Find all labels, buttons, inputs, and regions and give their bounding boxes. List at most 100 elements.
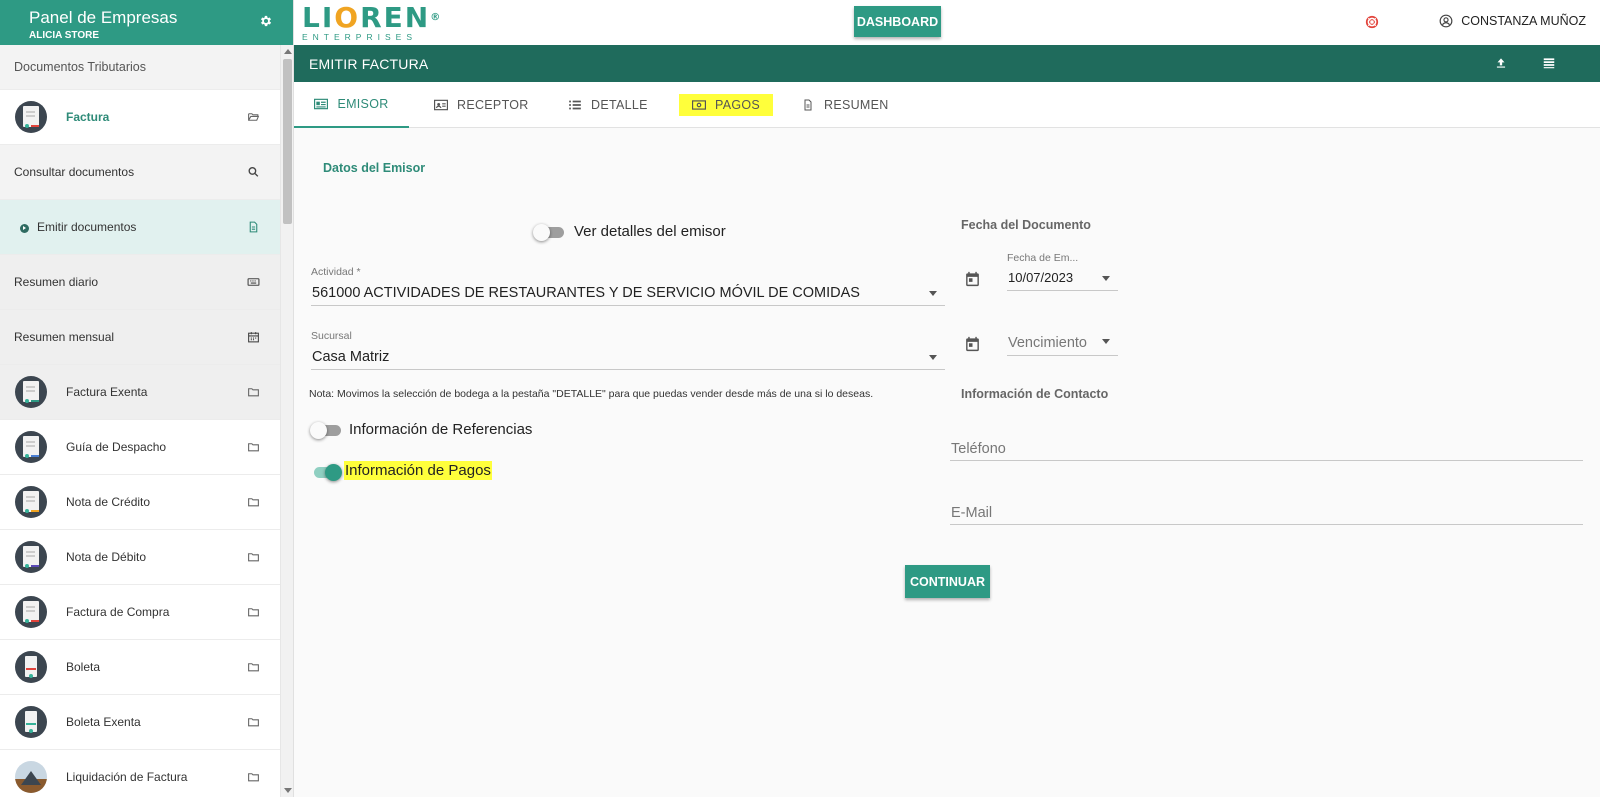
scroll-down-arrow-icon[interactable] (284, 788, 292, 793)
topbar: LIOREN® ENTERPRISES DASHBOARD CONSTANZA … (294, 0, 1600, 45)
chevron-right-icon (20, 223, 29, 233)
section-title-text: Documentos Tributarios (14, 60, 147, 74)
sidebar-item-factura[interactable]: Factura (0, 90, 280, 145)
tab-detalle[interactable]: DETALLE (568, 82, 648, 128)
tab-label: DETALLE (591, 98, 648, 112)
sidebar-item-boleta-exenta[interactable]: Boleta Exenta (0, 695, 280, 750)
sidebar-item-factura-exenta[interactable]: Factura Exenta (0, 365, 280, 420)
sidebar-item-liquidacion-factura[interactable]: Liquidación de Factura (0, 750, 280, 797)
sidebar-item-resumen-diario[interactable]: Resumen diario (0, 255, 280, 310)
page-header: EMITIR FACTURA (294, 45, 1600, 82)
logo-registered-mark: ® (430, 12, 443, 23)
continuar-button[interactable]: CONTINUAR (905, 565, 990, 598)
sidebar-scrollbar[interactable] (280, 45, 293, 797)
factura-exenta-avatar-icon (15, 376, 47, 408)
sidebar-title: Panel de Empresas (29, 8, 178, 27)
page-title: EMITIR FACTURA (309, 56, 429, 72)
dropdown-arrow-icon (929, 291, 937, 296)
tab-receptor[interactable]: RECEPTOR (434, 82, 529, 128)
guia-despacho-avatar-icon (15, 431, 47, 463)
vencimiento-placeholder: Vencimiento (1008, 335, 1087, 351)
sidebar-item-factura-compra[interactable]: Factura de Compra (0, 585, 280, 640)
sidebar-section-title: Documentos Tributarios (0, 45, 280, 90)
ver-detalles-toggle[interactable] (533, 224, 564, 241)
sidebar-item-label: Boleta (66, 660, 101, 674)
sidebar: Panel de Empresas ALICIA STORE Documento… (0, 0, 294, 797)
sidebar-item-emitir[interactable]: Emitir documentos (0, 200, 280, 255)
user-name: CONSTANZA MUÑOZ (1461, 14, 1586, 28)
sidebar-item-label: Factura Exenta (66, 385, 148, 399)
pagos-label: Información de Pagos (344, 461, 492, 480)
document-icon (249, 221, 258, 233)
sidebar-item-resumen-mensual[interactable]: Resumen mensual (0, 310, 280, 365)
sucursal-select[interactable]: Casa Matriz (311, 344, 945, 370)
referencias-label: Información de Referencias (349, 421, 533, 438)
folder-icon (248, 498, 259, 507)
fecha-emision-label: Fecha de Em... (1007, 252, 1079, 264)
nota-credito-avatar-icon (15, 486, 47, 518)
tab-emisor[interactable]: EMISOR (294, 82, 409, 128)
sidebar-item-consultar[interactable]: Consultar documentos (0, 145, 280, 200)
telefono-input[interactable]: Teléfono (950, 435, 1583, 461)
actividad-label: Actividad * (311, 266, 361, 278)
list-view-icon[interactable] (1542, 56, 1556, 70)
sidebar-item-label: Resumen diario (14, 275, 99, 289)
money-icon (692, 100, 706, 110)
dropdown-arrow-icon (1102, 339, 1110, 344)
gear-icon[interactable] (259, 14, 273, 28)
id-card-icon (314, 98, 329, 110)
liquidacion-avatar-icon (15, 761, 47, 793)
scrollbar-thumb[interactable] (283, 59, 292, 224)
logo-text-o: O (334, 1, 361, 34)
actividad-select[interactable]: 561000 ACTIVIDADES DE RESTAURANTES Y DE … (311, 280, 945, 306)
folder-icon (248, 773, 259, 782)
lifebuoy-help-icon[interactable] (1365, 15, 1379, 29)
boleta-avatar-icon (15, 651, 47, 683)
lioren-logo[interactable]: LIOREN® ENTERPRISES (302, 1, 443, 43)
dashboard-button[interactable]: DASHBOARD (854, 6, 941, 37)
pagos-toggle[interactable] (310, 464, 342, 481)
tab-pagos[interactable]: PAGOS (679, 82, 774, 128)
fecha-documento-heading: Fecha del Documento (961, 218, 1091, 232)
sidebar-item-label: Boleta Exenta (66, 715, 141, 729)
logo-text-li: LI (302, 1, 335, 34)
folder-icon (248, 718, 259, 727)
sidebar-item-label: Liquidación de Factura (66, 770, 188, 784)
bodega-note: Nota: Movimos la selección de bodega a l… (309, 388, 874, 400)
sidebar-item-boleta[interactable]: Boleta (0, 640, 280, 695)
logo-text-ren: REN (360, 1, 431, 34)
referencias-toggle[interactable] (310, 422, 341, 439)
dropdown-arrow-icon (929, 355, 937, 360)
vencimiento-field[interactable]: Vencimiento (1007, 330, 1118, 356)
document-icon (804, 99, 812, 111)
dropdown-arrow-icon (1102, 276, 1110, 281)
sidebar-menu: Documentos Tributarios Factura Consultar… (0, 45, 280, 797)
telefono-placeholder: Teléfono (951, 441, 1006, 457)
tab-resumen[interactable]: RESUMEN (801, 82, 889, 128)
sidebar-item-label: Consultar documentos (14, 165, 135, 179)
fecha-emision-field[interactable]: 10/07/2023 (1007, 265, 1118, 291)
search-icon (248, 166, 259, 177)
user-menu[interactable]: CONSTANZA MUÑOZ (1439, 14, 1586, 28)
tab-label: RESUMEN (824, 98, 889, 112)
factura-avatar-icon (15, 101, 47, 133)
datos-emisor-link[interactable]: Datos del Emisor (323, 161, 425, 175)
pagos-label-text: Información de Pagos (344, 461, 492, 480)
keyboard-icon (247, 278, 260, 286)
calendar-icon[interactable] (964, 335, 981, 353)
list-icon (569, 100, 581, 110)
sidebar-item-label: Nota de Débito (66, 550, 147, 564)
scroll-up-arrow-icon[interactable] (284, 49, 292, 54)
contacto-heading: Información de Contacto (961, 387, 1109, 401)
fecha-emision-value: 10/07/2023 (1008, 270, 1074, 285)
folder-icon (248, 663, 259, 672)
email-input[interactable]: E-Mail (950, 499, 1583, 525)
sidebar-item-nota-credito[interactable]: Nota de Crédito (0, 475, 280, 530)
calendar-icon (248, 332, 259, 343)
upload-icon[interactable] (1494, 56, 1508, 70)
sidebar-item-guia-despacho[interactable]: Guía de Despacho (0, 420, 280, 475)
folder-icon (248, 553, 259, 562)
sidebar-item-nota-debito[interactable]: Nota de Débito (0, 530, 280, 585)
calendar-icon[interactable] (964, 270, 981, 288)
folder-icon (248, 388, 259, 397)
